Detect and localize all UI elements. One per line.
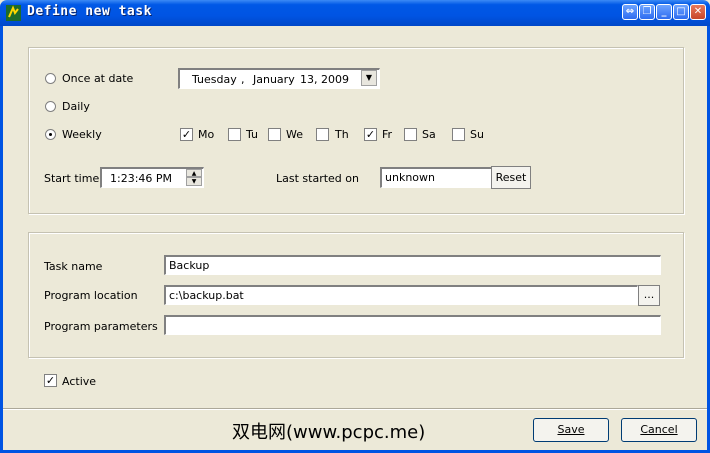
day-checkbox-mo[interactable]: ✓ xyxy=(180,128,193,141)
start-time-value: 1:23:46 PM xyxy=(110,172,173,185)
day-label-th: Th xyxy=(335,128,349,141)
day-checkbox-we[interactable] xyxy=(268,128,281,141)
active-checkbox[interactable]: ✓ xyxy=(44,374,57,387)
day-label-su: Su xyxy=(470,128,484,141)
day-checkbox-su[interactable] xyxy=(452,128,465,141)
day-label-we: We xyxy=(286,128,303,141)
window-title: Define new task xyxy=(27,4,152,19)
date-day: Tuesday xyxy=(192,73,237,86)
watermark-text: 双电网(www.pcpc.me) xyxy=(232,422,426,443)
task-name-label: Task name xyxy=(44,260,103,273)
save-label: Save xyxy=(557,423,585,436)
day-label-sa: Sa xyxy=(422,128,436,141)
date-month: January xyxy=(253,73,295,86)
pin-icon[interactable]: ⇔ xyxy=(622,4,638,20)
date-daynum-year: 13, 2009 xyxy=(300,73,349,86)
last-started-value: unknown xyxy=(385,171,435,184)
day-checkbox-th[interactable] xyxy=(316,128,329,141)
app-icon xyxy=(6,5,21,21)
active-label: Active xyxy=(62,375,97,388)
once-radio[interactable] xyxy=(45,73,56,84)
last-started-field: unknown xyxy=(380,167,494,188)
title-bar[interactable]: Define new task ⇔ ❐ _ □ ✕ xyxy=(0,0,710,26)
weekly-radio[interactable] xyxy=(45,129,56,140)
maximize-icon[interactable]: □ xyxy=(673,4,689,20)
program-parameters-label: Program parameters xyxy=(44,320,158,333)
date-picker[interactable]: Tuesday , January 13, 2009 xyxy=(178,68,380,89)
cancel-label: Cancel xyxy=(640,423,678,436)
day-checkbox-sa[interactable] xyxy=(404,128,417,141)
program-location-label: Program location xyxy=(44,289,138,302)
minimize-icon[interactable]: _ xyxy=(656,4,672,20)
restore-icon[interactable]: ❐ xyxy=(639,4,655,20)
program-location-value: c:\backup.bat xyxy=(169,289,244,302)
weekly-label: Weekly xyxy=(62,128,102,141)
daily-label: Daily xyxy=(62,100,90,113)
program-location-field[interactable]: c:\backup.bat xyxy=(164,285,638,305)
footer-divider xyxy=(3,408,707,409)
day-label-tu: Tu xyxy=(246,128,259,141)
start-time-label: Start time xyxy=(44,172,100,185)
browse-button[interactable]: ... xyxy=(638,285,660,306)
day-checkbox-tu[interactable] xyxy=(228,128,241,141)
date-separator: , xyxy=(241,73,245,86)
chevron-down-icon[interactable]: ▼ xyxy=(361,70,377,86)
day-label-fr: Fr xyxy=(382,128,393,141)
cancel-button[interactable]: Cancel xyxy=(621,418,697,442)
window-frame-left xyxy=(0,26,3,453)
program-parameters-field[interactable] xyxy=(164,315,661,335)
spin-up-icon[interactable]: ▲ xyxy=(186,169,202,177)
day-checkbox-fr[interactable]: ✓ xyxy=(364,128,377,141)
daily-radio[interactable] xyxy=(45,101,56,112)
once-label: Once at date xyxy=(62,72,134,85)
reset-button[interactable]: Reset xyxy=(491,166,531,189)
task-name-value: Backup xyxy=(169,259,210,272)
task-name-field[interactable]: Backup xyxy=(164,255,661,275)
spin-down-icon[interactable]: ▼ xyxy=(186,177,202,186)
save-button[interactable]: Save xyxy=(533,418,609,442)
close-icon[interactable]: ✕ xyxy=(690,4,706,20)
last-started-label: Last started on xyxy=(276,172,359,185)
day-label-mo: Mo xyxy=(198,128,215,141)
